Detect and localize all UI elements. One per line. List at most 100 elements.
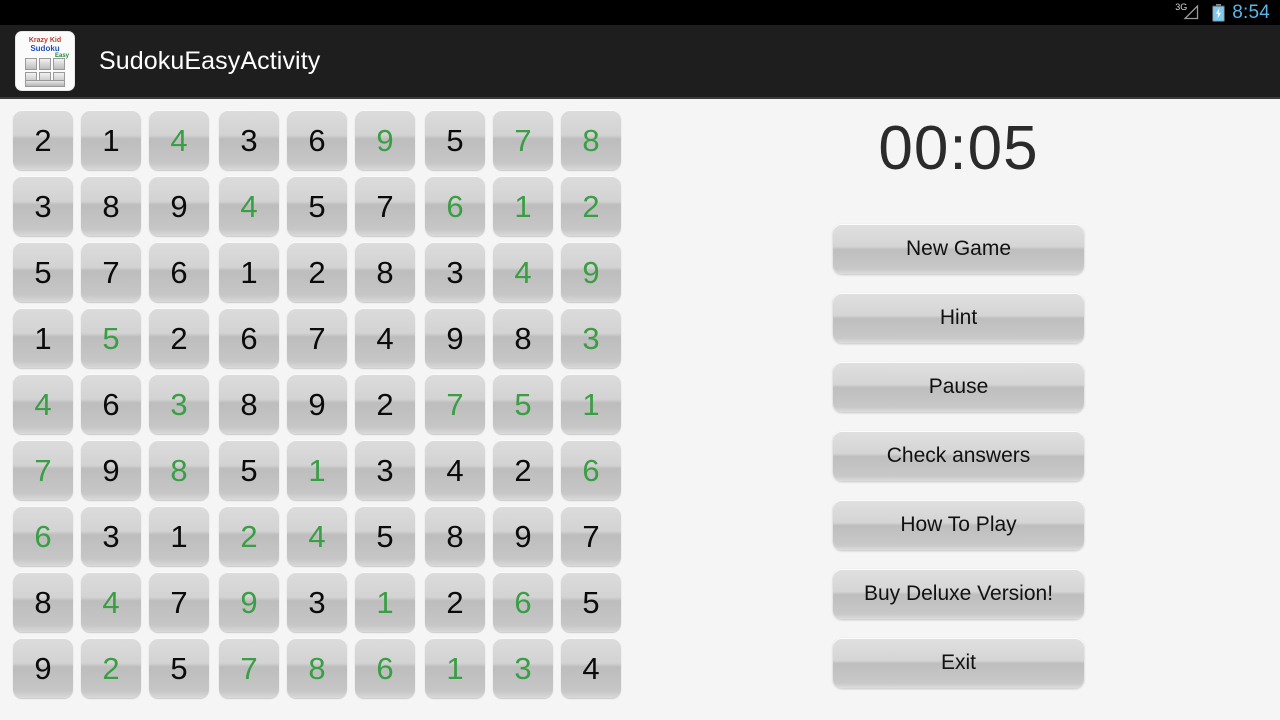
sudoku-cell[interactable]: 9 [561, 242, 621, 302]
sudoku-cell[interactable]: 1 [493, 176, 553, 236]
page-title: SudokuEasyActivity [99, 46, 321, 75]
sudoku-cell[interactable]: 5 [13, 242, 73, 302]
sudoku-cell[interactable]: 9 [219, 572, 279, 632]
sudoku-cell[interactable]: 1 [149, 506, 209, 566]
sudoku-cell[interactable]: 3 [355, 440, 415, 500]
sudoku-cell[interactable]: 1 [13, 308, 73, 368]
sudoku-cell[interactable]: 3 [149, 374, 209, 434]
sudoku-cell[interactable]: 2 [287, 242, 347, 302]
signal-triangle-icon [1183, 5, 1199, 20]
sudoku-cell[interactable]: 6 [149, 242, 209, 302]
sudoku-cell[interactable]: 4 [355, 308, 415, 368]
sudoku-cell[interactable]: 2 [493, 440, 553, 500]
sudoku-cell[interactable]: 3 [493, 638, 553, 698]
sudoku-cell[interactable]: 8 [219, 374, 279, 434]
sudoku-cell[interactable]: 6 [355, 638, 415, 698]
sudoku-cell[interactable]: 6 [493, 572, 553, 632]
sudoku-cell[interactable]: 7 [355, 176, 415, 236]
sudoku-cell[interactable]: 9 [355, 110, 415, 170]
sudoku-cell[interactable]: 6 [13, 506, 73, 566]
sudoku-cell[interactable]: 6 [81, 374, 141, 434]
sudoku-cell[interactable]: 1 [561, 374, 621, 434]
sudoku-cell[interactable]: 3 [219, 110, 279, 170]
sudoku-cell[interactable]: 7 [149, 572, 209, 632]
sudoku-block: 245 931 786 [219, 506, 415, 698]
sudoku-cell[interactable]: 6 [425, 176, 485, 236]
sudoku-cell[interactable]: 4 [493, 242, 553, 302]
sudoku-cell[interactable]: 3 [425, 242, 485, 302]
sudoku-block: 983 751 426 [425, 308, 621, 500]
sudoku-cell[interactable]: 9 [81, 440, 141, 500]
buy-deluxe-version-button[interactable]: Buy Deluxe Version! [833, 569, 1084, 619]
new-game-button[interactable]: New Game [833, 224, 1084, 274]
sudoku-cell[interactable]: 8 [493, 308, 553, 368]
sudoku-cell[interactable]: 5 [561, 572, 621, 632]
app-screen: 3G 8:54 Krazy Kid Sudoku Easy SudokuEasy… [0, 0, 1280, 720]
sudoku-cell[interactable]: 8 [149, 440, 209, 500]
sudoku-cell[interactable]: 2 [13, 110, 73, 170]
sudoku-cell[interactable]: 5 [425, 110, 485, 170]
sudoku-block: 631 847 925 [13, 506, 209, 698]
sudoku-cell[interactable]: 2 [355, 374, 415, 434]
sudoku-cell[interactable]: 6 [287, 110, 347, 170]
action-bar: Krazy Kid Sudoku Easy SudokuEasyActivity [0, 25, 1280, 99]
how-to-play-button[interactable]: How To Play [833, 500, 1084, 550]
sudoku-cell[interactable]: 2 [219, 506, 279, 566]
sudoku-cell[interactable]: 8 [13, 572, 73, 632]
sudoku-cell[interactable]: 5 [355, 506, 415, 566]
sudoku-cell[interactable]: 7 [425, 374, 485, 434]
sudoku-cell[interactable]: 5 [149, 638, 209, 698]
sudoku-cell[interactable]: 1 [219, 242, 279, 302]
sudoku-cell[interactable]: 3 [287, 572, 347, 632]
sudoku-cell[interactable]: 8 [287, 638, 347, 698]
sudoku-cell[interactable]: 9 [13, 638, 73, 698]
sudoku-cell[interactable]: 2 [81, 638, 141, 698]
sudoku-cell[interactable]: 9 [287, 374, 347, 434]
sudoku-cell[interactable]: 5 [81, 308, 141, 368]
sudoku-cell[interactable]: 7 [493, 110, 553, 170]
exit-button[interactable]: Exit [833, 638, 1084, 688]
check-answers-button[interactable]: Check answers [833, 431, 1084, 481]
sudoku-cell[interactable]: 7 [81, 242, 141, 302]
sudoku-cell[interactable]: 9 [149, 176, 209, 236]
sudoku-cell[interactable]: 4 [13, 374, 73, 434]
sudoku-cell[interactable]: 6 [219, 308, 279, 368]
sudoku-cell[interactable]: 8 [561, 110, 621, 170]
sudoku-cell[interactable]: 4 [149, 110, 209, 170]
sudoku-cell[interactable]: 2 [425, 572, 485, 632]
sudoku-cell[interactable]: 3 [81, 506, 141, 566]
sudoku-cell[interactable]: 3 [13, 176, 73, 236]
sudoku-cell[interactable]: 4 [287, 506, 347, 566]
sudoku-cell[interactable]: 2 [561, 176, 621, 236]
sudoku-cell[interactable]: 4 [81, 572, 141, 632]
sudoku-cell[interactable]: 9 [493, 506, 553, 566]
sudoku-cell[interactable]: 9 [425, 308, 485, 368]
sudoku-cell[interactable]: 1 [355, 572, 415, 632]
sudoku-cell[interactable]: 1 [287, 440, 347, 500]
sudoku-cell[interactable]: 8 [81, 176, 141, 236]
signal-strength-icon: 3G [1175, 3, 1205, 21]
sudoku-cell[interactable]: 8 [355, 242, 415, 302]
sudoku-cell[interactable]: 1 [81, 110, 141, 170]
sudoku-cell[interactable]: 2 [149, 308, 209, 368]
sudoku-cell[interactable]: 8 [425, 506, 485, 566]
sudoku-cell[interactable]: 4 [425, 440, 485, 500]
sudoku-cell[interactable]: 5 [287, 176, 347, 236]
sudoku-cell[interactable]: 6 [561, 440, 621, 500]
sudoku-cell[interactable]: 7 [13, 440, 73, 500]
sudoku-cell[interactable]: 7 [287, 308, 347, 368]
sudoku-cell[interactable]: 7 [561, 506, 621, 566]
clock-label: 8:54 [1232, 2, 1270, 23]
action-button-list: New Game Hint Pause Check answers How To Pla… [833, 224, 1084, 688]
sudoku-cell[interactable]: 1 [425, 638, 485, 698]
sudoku-cell[interactable]: 4 [219, 176, 279, 236]
sudoku-cell[interactable]: 7 [219, 638, 279, 698]
sudoku-block: 152 463 798 [13, 308, 209, 500]
status-bar: 3G 8:54 [0, 0, 1280, 25]
pause-button[interactable]: Pause [833, 362, 1084, 412]
sudoku-cell[interactable]: 3 [561, 308, 621, 368]
sudoku-cell[interactable]: 4 [561, 638, 621, 698]
hint-button[interactable]: Hint [833, 293, 1084, 343]
sudoku-cell[interactable]: 5 [493, 374, 553, 434]
sudoku-cell[interactable]: 5 [219, 440, 279, 500]
